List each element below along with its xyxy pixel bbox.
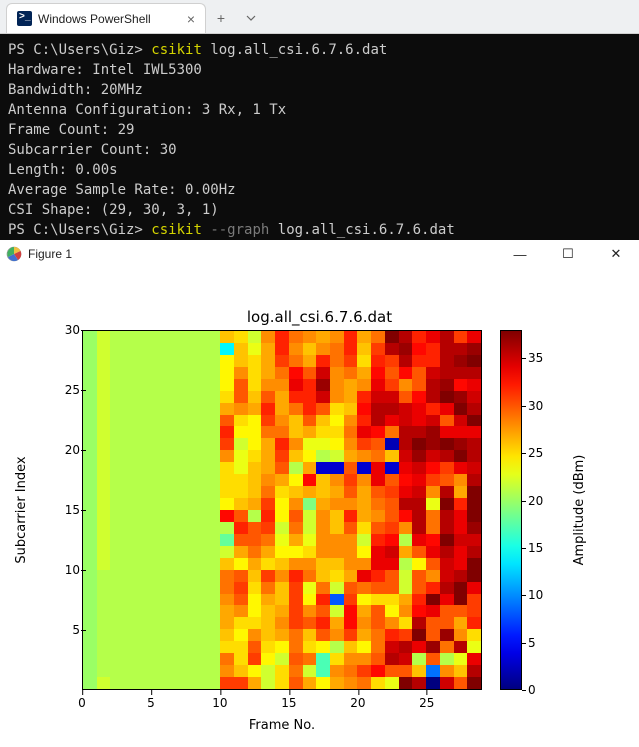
heatmap-grid	[83, 331, 481, 689]
y-axis-label: Subcarrier Index	[14, 330, 29, 690]
plot-area: log.all_csi.6.7.6.dat Subcarrier Index F…	[0, 268, 639, 747]
tab-dropdown-button[interactable]	[236, 3, 266, 33]
out-line-4: Subcarrier Count: 30	[8, 142, 177, 158]
terminal-window: Windows PowerShell × + PS C:\Users\Giz> …	[0, 0, 639, 248]
chart-title: log.all_csi.6.7.6.dat	[0, 308, 639, 326]
out-line-7: CSI Shape: (29, 30, 3, 1)	[8, 202, 219, 218]
figure-title: Figure 1	[28, 247, 72, 261]
x-axis-label: Frame No.	[82, 718, 482, 733]
out-line-1: Bandwidth: 20MHz	[8, 82, 143, 98]
matplotlib-icon	[6, 246, 22, 262]
powershell-icon	[17, 11, 32, 26]
arg-2: log.all_csi.6.7.6.dat	[278, 222, 455, 238]
figure-titlebar: Figure 1 — ☐ ✕	[0, 240, 639, 268]
heatmap-axes	[82, 330, 482, 690]
out-line-6: Average Sample Rate: 0.00Hz	[8, 182, 236, 198]
flag-2: --graph	[210, 222, 269, 238]
colorbar	[500, 330, 522, 690]
prompt-2: PS C:\Users\Giz>	[8, 222, 143, 238]
tab-title: Windows PowerShell	[38, 12, 151, 26]
new-tab-button[interactable]: +	[206, 3, 236, 33]
y-ticks: 51015202530	[50, 330, 80, 690]
cmd-1: csikit	[151, 42, 202, 58]
colorbar-ticks: 05101520253035	[528, 330, 558, 690]
cmd-2: csikit	[151, 222, 202, 238]
colorbar-label: Amplitude (dBm)	[572, 330, 587, 690]
minimize-button[interactable]: —	[503, 247, 537, 262]
terminal-output[interactable]: PS C:\Users\Giz> csikit log.all_csi.6.7.…	[0, 34, 639, 248]
out-line-5: Length: 0.00s	[8, 162, 118, 178]
arg-1: log.all_csi.6.7.6.dat	[210, 42, 387, 58]
window-controls: — ☐ ✕	[503, 246, 633, 262]
maximize-button[interactable]: ☐	[551, 246, 585, 262]
terminal-tab-powershell[interactable]: Windows PowerShell ×	[6, 3, 206, 33]
out-line-2: Antenna Configuration: 3 Rx, 1 Tx	[8, 102, 286, 118]
figure-window: Figure 1 — ☐ ✕ log.all_csi.6.7.6.dat Sub…	[0, 240, 639, 747]
out-line-0: Hardware: Intel IWL5300	[8, 62, 202, 78]
close-button[interactable]: ✕	[599, 246, 633, 262]
terminal-titlebar: Windows PowerShell × +	[0, 0, 639, 34]
out-line-3: Frame Count: 29	[8, 122, 134, 138]
tab-close-button[interactable]: ×	[187, 12, 195, 26]
prompt-1: PS C:\Users\Giz>	[8, 42, 143, 58]
